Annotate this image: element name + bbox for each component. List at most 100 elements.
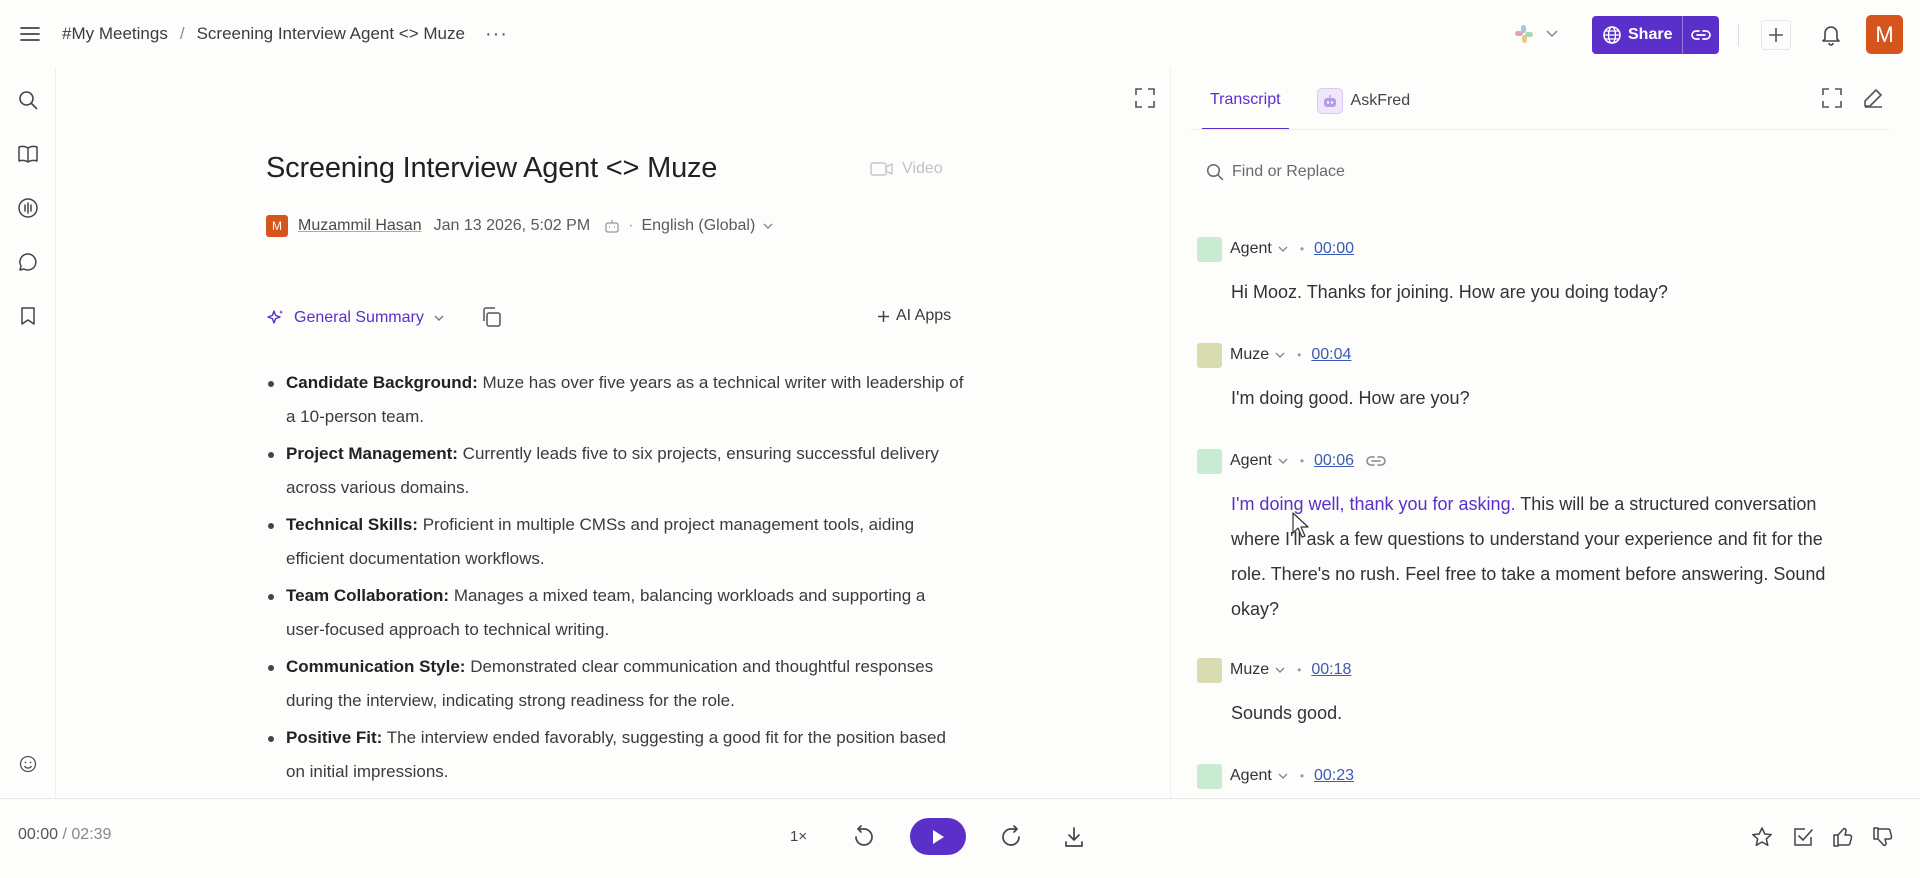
meeting-title: Screening Interview Agent <> Muze [266, 152, 718, 184]
rewind-icon[interactable] [849, 822, 879, 852]
bookmark-icon[interactable] [16, 304, 40, 328]
list-item: Communication Style: Demonstrated clear … [266, 650, 966, 718]
star-icon[interactable] [1747, 822, 1777, 852]
speaker-avatar [1197, 763, 1222, 789]
thumbs-down-icon[interactable] [1868, 822, 1898, 852]
robot-icon [1316, 88, 1343, 114]
find-replace-input[interactable] [1232, 163, 1732, 181]
chevron-down-icon[interactable] [1275, 352, 1285, 359]
more-options-icon[interactable]: ··· [485, 23, 508, 46]
user-avatar[interactable]: M [1866, 15, 1903, 54]
ai-apps-label: AI Apps [896, 307, 952, 324]
share-button-group: Share [1592, 16, 1719, 54]
play-button[interactable] [910, 818, 966, 855]
timestamp-link[interactable]: 00:00 [1314, 240, 1354, 258]
timestamp-link[interactable]: 00:18 [1311, 661, 1351, 679]
pencil-icon[interactable] [1863, 88, 1887, 112]
book-icon[interactable] [16, 142, 40, 166]
time-separator: / [58, 826, 72, 843]
transcript-entry: Muze • 00:04 I'm doing good. How are you… [1197, 341, 1857, 416]
transcript-entry: Agent • 00:00 Hi Mooz. Thanks for joinin… [1197, 235, 1857, 310]
link-icon [1691, 30, 1711, 40]
copy-link-button[interactable] [1682, 16, 1719, 54]
speaker-name[interactable]: Muze [1230, 346, 1269, 364]
playback-time: 00:00 / 02:39 [18, 826, 111, 844]
find-replace [1206, 160, 1846, 184]
bullet-heading: Team Collaboration: [286, 586, 450, 605]
timestamp-link[interactable]: 00:06 [1314, 452, 1354, 470]
separator-dot: • [1299, 242, 1305, 256]
ai-apps-button[interactable]: AI Apps [877, 307, 951, 325]
summary-type-select[interactable]: General Summary [266, 306, 444, 330]
bullet-text: The interview ended favorably, suggestin… [286, 728, 946, 781]
chevron-down-icon[interactable] [1278, 458, 1288, 465]
bullet-heading: Project Management: [286, 444, 458, 463]
summary-bullets: Candidate Background: Muze has over five… [266, 366, 966, 792]
smiley-icon[interactable] [16, 752, 40, 776]
bullet-heading: Technical Skills: [286, 515, 418, 534]
meeting-meta: M Muzammil Hasan Jan 13 2026, 5:02 PM · … [266, 214, 773, 238]
speaker-row: Agent • 00:00 [1197, 235, 1857, 263]
video-toggle[interactable]: Video [870, 160, 943, 178]
thumbs-up-icon[interactable] [1828, 822, 1858, 852]
hamburger-menu-icon[interactable] [18, 22, 42, 46]
bullet-heading: Candidate Background: [286, 373, 478, 392]
notifications-button[interactable] [1816, 20, 1846, 50]
link-icon[interactable] [1366, 455, 1386, 467]
separator-dot: • [1297, 348, 1302, 362]
utterance-text: Hi Mooz. Thanks for joining. How are you… [1231, 282, 1668, 302]
breadcrumb-root[interactable]: #My Meetings [62, 24, 168, 44]
utterance-text: I'm doing good. How are you? [1231, 388, 1470, 408]
speaker-name[interactable]: Agent [1230, 767, 1272, 785]
speaker-avatar [1197, 448, 1222, 474]
calendar-robot-icon [605, 220, 619, 233]
tab-transcript[interactable]: Transcript [1202, 72, 1289, 130]
forward-icon[interactable] [996, 822, 1026, 852]
slack-integration[interactable] [1512, 22, 1558, 46]
playback-speed-button[interactable]: 1× [790, 828, 807, 845]
list-item: Positive Fit: The interview ended favora… [266, 721, 966, 789]
chat-icon[interactable] [16, 250, 40, 274]
chevron-down-icon[interactable] [1275, 667, 1285, 674]
play-icon [933, 829, 944, 844]
checkbox-icon[interactable] [1788, 822, 1818, 852]
author-link[interactable]: Muzammil Hasan [298, 217, 422, 235]
language-select[interactable]: English (Global) [641, 217, 755, 235]
copy-icon[interactable] [480, 306, 504, 330]
speaker-avatar [1197, 342, 1222, 368]
audio-wave-icon[interactable] [16, 196, 40, 220]
speaker-name[interactable]: Agent [1230, 240, 1272, 258]
download-icon[interactable] [1059, 822, 1089, 852]
speaker-name[interactable]: Agent [1230, 452, 1272, 470]
fullscreen-icon[interactable] [1822, 88, 1846, 112]
fullscreen-icon[interactable] [1135, 88, 1159, 112]
utterance-text: I'm doing well, thank you for asking. Th… [1231, 487, 1857, 627]
add-button[interactable] [1761, 20, 1791, 50]
share-button[interactable]: Share [1592, 16, 1682, 54]
chevron-down-icon [434, 315, 444, 321]
list-item: Project Management: Currently leads five… [266, 437, 966, 505]
divider [1738, 24, 1739, 46]
tab-askfred[interactable]: AskFred [1316, 72, 1410, 130]
breadcrumb-separator: / [179, 24, 185, 43]
left-rail [0, 68, 56, 798]
author-avatar: M [266, 215, 288, 237]
separator-dot: • [1299, 769, 1305, 783]
video-label: Video [902, 160, 943, 177]
chevron-down-icon[interactable] [1278, 246, 1288, 253]
utterance-text: Sounds good. [1231, 703, 1343, 723]
bell-icon [1822, 26, 1840, 46]
speaker-avatar [1197, 657, 1222, 683]
chevron-down-icon [1546, 30, 1558, 38]
speaker-row: Muze • 00:18 [1197, 656, 1857, 684]
sparkle-icon [267, 310, 283, 324]
timestamp-link[interactable]: 00:04 [1311, 346, 1351, 364]
globe-icon [1603, 26, 1621, 44]
chevron-down-icon[interactable] [763, 223, 773, 230]
list-item: Candidate Background: Muze has over five… [266, 366, 966, 434]
search-icon[interactable] [16, 88, 40, 112]
chevron-down-icon[interactable] [1278, 773, 1288, 780]
speaker-name[interactable]: Muze [1230, 661, 1269, 679]
summary-type-label: General Summary [294, 309, 424, 326]
timestamp-link[interactable]: 00:23 [1314, 767, 1354, 785]
